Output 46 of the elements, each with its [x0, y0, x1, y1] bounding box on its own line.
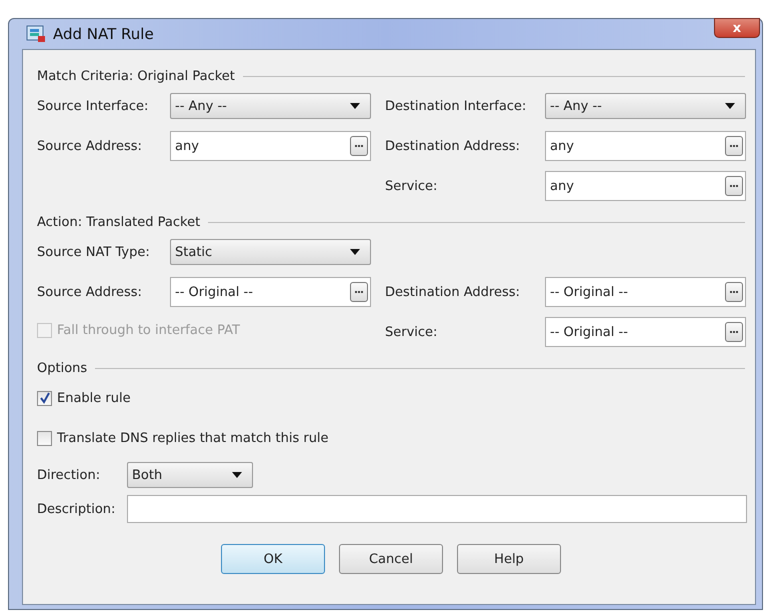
- checkmark-icon: [38, 392, 50, 404]
- field-label: Source Address:: [37, 284, 143, 300]
- section-title: Match Criteria: Original Packet: [37, 68, 235, 84]
- field-label: Source Interface:: [37, 98, 150, 114]
- checkbox-option[interactable]: Translate DNS replies that match this rule: [37, 430, 329, 446]
- checkbox-option[interactable]: Enable rule: [37, 390, 131, 406]
- browse-button[interactable]: [725, 176, 743, 196]
- checkbox[interactable]: [37, 430, 52, 446]
- browse-button[interactable]: [350, 282, 368, 302]
- dialog-button[interactable]: Help: [457, 544, 561, 574]
- input-field[interactable]: any: [545, 171, 746, 201]
- field-label: Destination Address:: [385, 138, 521, 154]
- section-title: Action: Translated Packet: [37, 214, 200, 230]
- description-field[interactable]: [127, 495, 747, 523]
- field-label: Destination Interface:: [385, 98, 528, 114]
- dropdown[interactable]: -- Any --: [170, 93, 371, 119]
- window-title: Add NAT Rule: [53, 25, 154, 43]
- field-label: Source Address:: [37, 138, 143, 154]
- browse-button[interactable]: [725, 136, 743, 156]
- dropdown-arrow-icon: [232, 472, 242, 478]
- section-title: Options: [37, 360, 88, 376]
- dropdown-arrow-icon: [725, 103, 735, 109]
- dropdown-arrow-icon: [350, 103, 360, 109]
- field-label: Service:: [385, 324, 438, 340]
- checkbox[interactable]: [37, 390, 52, 406]
- dropdown-arrow-icon: [350, 249, 360, 255]
- close-button[interactable]: x: [714, 18, 760, 38]
- field-label: Destination Address:: [385, 284, 521, 300]
- dropdown[interactable]: Both: [127, 462, 253, 488]
- input-field[interactable]: any: [545, 131, 746, 161]
- dialog-button[interactable]: OK: [221, 544, 325, 574]
- dropdown[interactable]: Static: [170, 239, 371, 265]
- field-label: Service:: [385, 178, 438, 194]
- browse-button[interactable]: [350, 136, 368, 156]
- input-field[interactable]: -- Original --: [170, 277, 371, 307]
- field-label: Description:: [37, 502, 116, 516]
- browse-button[interactable]: [725, 282, 743, 302]
- field-label: Source NAT Type:: [37, 244, 151, 260]
- browse-button[interactable]: [725, 322, 743, 342]
- input-field[interactable]: any: [170, 131, 371, 161]
- input-field[interactable]: -- Original --: [545, 317, 746, 347]
- dialog-button[interactable]: Cancel: [339, 544, 443, 574]
- input-field[interactable]: -- Original --: [545, 277, 746, 307]
- app-icon: [26, 25, 46, 43]
- field-label: Direction:: [37, 468, 102, 482]
- dropdown[interactable]: -- Any --: [545, 93, 746, 119]
